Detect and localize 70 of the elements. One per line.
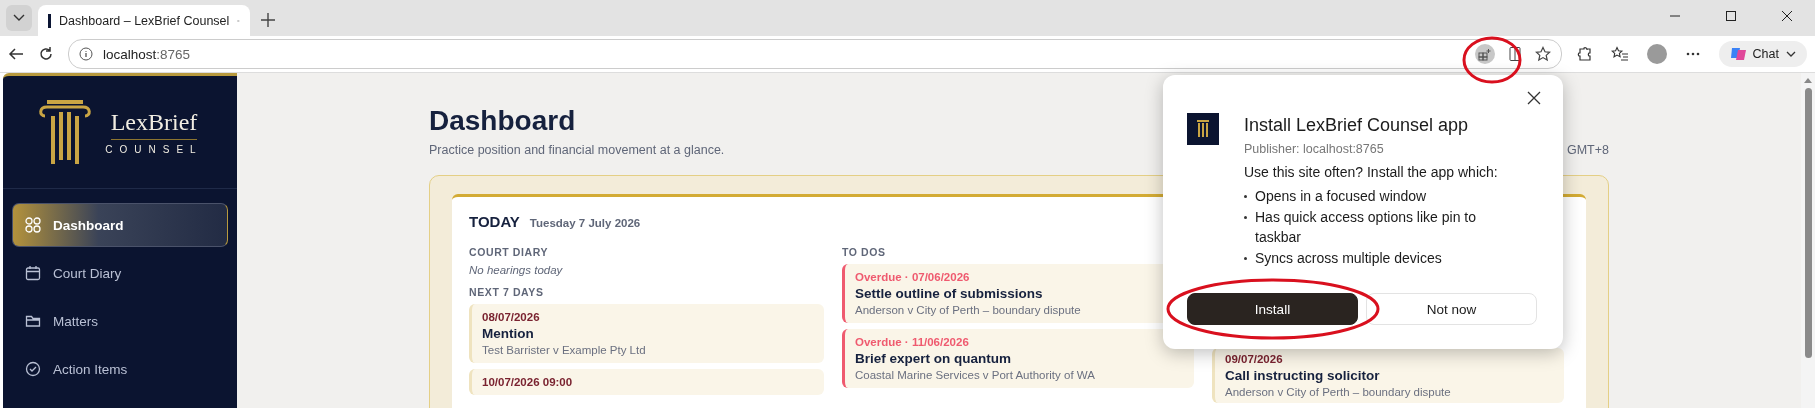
address-bar[interactable]: localhost:8765 xyxy=(68,39,1562,69)
column-logo-icon xyxy=(1194,119,1212,139)
apps-plus-icon xyxy=(1478,47,1492,61)
event-card[interactable]: 09/07/2026 Call instructing solicitor Anderson v City of Perth – boundary dispute xyxy=(1212,348,1564,403)
empty-message: No hearings today xyxy=(469,264,564,276)
page-subtitle: Practice position and financial movement at a glance. xyxy=(429,143,725,157)
profile-avatar[interactable] xyxy=(1646,44,1667,64)
event-card[interactable]: 10/07/2026 09:00 xyxy=(469,369,824,395)
today-heading: TODAY xyxy=(469,213,520,230)
card-matter: Anderson v City of Perth – boundary dispute xyxy=(855,304,1082,316)
url-text: localhost:8765 xyxy=(103,46,191,62)
bullet-icon xyxy=(1244,257,1247,260)
check-circle-icon xyxy=(25,361,41,377)
browser-tab[interactable]: Dashboard – LexBrief Counsel xyxy=(38,5,250,36)
page-title: Dashboard xyxy=(429,105,577,137)
install-button[interactable]: Install xyxy=(1187,293,1358,325)
card-title: Mention xyxy=(482,326,535,341)
card-matter: Coastal Marine Services v Port Authority of WA xyxy=(855,369,1096,381)
card-date: 10/07/2026 09:00 xyxy=(482,376,574,388)
scrollbar[interactable] xyxy=(1801,73,1815,408)
tab-list-button[interactable] xyxy=(6,5,32,31)
not-now-button[interactable]: Not now xyxy=(1366,293,1537,325)
scrollbar-thumb[interactable] xyxy=(1804,88,1812,358)
card-matter: Anderson v City of Perth – boundary dispute xyxy=(1225,386,1452,398)
bullet-text: Has quick access options like pin to taskbar xyxy=(1255,208,1477,247)
nav-item[interactable]: Matters xyxy=(12,299,228,343)
star-icon[interactable] xyxy=(1534,46,1551,62)
header-info-text: GMT+8 xyxy=(1566,143,1609,157)
calendar-icon xyxy=(25,265,41,281)
section-heading: TO DOS xyxy=(842,246,887,258)
card-date: Overdue · 11/06/2026 xyxy=(855,336,970,348)
card-matter: Test Barrister v Example Pty Ltd xyxy=(482,344,647,356)
nav-item[interactable]: Dashboard xyxy=(12,203,228,247)
card-title: Brief expert on quantum xyxy=(855,351,1012,366)
publisher-text: Publisher: localhost:8765 xyxy=(1244,142,1385,156)
app-install-icon[interactable] xyxy=(1474,44,1495,64)
section-heading: COURT DIARY xyxy=(469,246,550,258)
nav-item[interactable]: Court Diary xyxy=(12,251,228,295)
maximize-icon[interactable] xyxy=(1725,10,1737,22)
dialog-intro: Use this site often? Install the app which: xyxy=(1244,164,1498,180)
card-date: Overdue · 07/06/2026 xyxy=(855,271,971,283)
todo-card[interactable]: Overdue · 11/06/2026 Brief expert on quantum Coastal Marine Services v Port Authority of WA xyxy=(842,329,1194,388)
reload-icon[interactable] xyxy=(38,46,54,62)
scroll-up-icon[interactable] xyxy=(1803,77,1813,84)
favorites-icon[interactable] xyxy=(1610,45,1629,63)
card-date: 09/07/2026 xyxy=(1225,353,1284,365)
reading-view-icon[interactable] xyxy=(1506,46,1523,62)
section-heading: NEXT 7 DAYS xyxy=(469,286,545,298)
grid-icon xyxy=(25,217,41,233)
bullet-icon xyxy=(1244,195,1247,198)
card-title: Call instructing solicitor xyxy=(1225,368,1381,383)
today-date: Tuesday 7 July 2026 xyxy=(529,217,641,229)
folder-icon xyxy=(25,313,41,329)
back-icon[interactable] xyxy=(8,46,24,62)
nav-item[interactable]: Action Items xyxy=(12,347,228,391)
copilot-icon xyxy=(1728,45,1747,63)
bullet-text: Syncs across multiple devices xyxy=(1255,249,1442,268)
dialog-title: Install LexBrief Counsel app xyxy=(1244,115,1470,136)
card-title: Settle outline of submissions xyxy=(855,286,1044,301)
extensions-icon[interactable] xyxy=(1575,45,1593,63)
brand-name: LexBrief xyxy=(110,109,198,140)
new-tab-icon[interactable] xyxy=(260,12,276,28)
brand-tagline: COUNSEL xyxy=(105,144,203,155)
chat-button[interactable]: Chat xyxy=(1718,41,1807,67)
card-date: 08/07/2026 xyxy=(482,311,541,323)
bullet-text: Opens in a focused window xyxy=(1255,187,1427,206)
bullet-icon xyxy=(1244,216,1247,219)
event-card[interactable]: 08/07/2026 Mention Test Barrister v Example Pty Ltd xyxy=(469,304,824,363)
column-logo-icon xyxy=(37,98,94,166)
info-icon[interactable] xyxy=(79,47,93,61)
